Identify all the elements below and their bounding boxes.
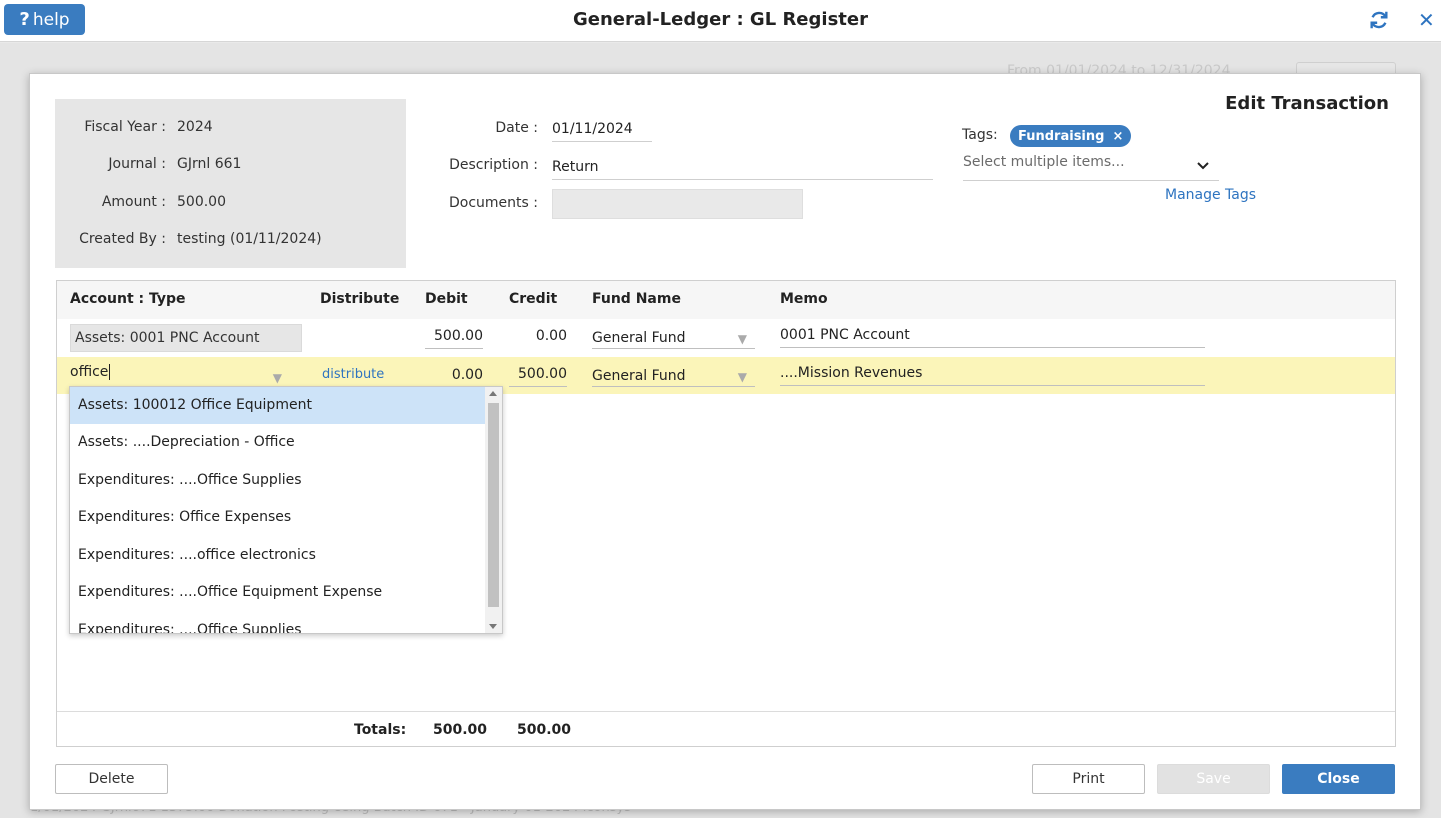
list-item[interactable]: Assets: ....Depreciation - Office [70, 424, 486, 461]
account-suggestions-list: Assets: 100012 Office Equipment Assets: … [69, 386, 503, 634]
print-button[interactable]: Print [1032, 764, 1145, 794]
total-debit: 500.00 [433, 722, 488, 738]
credit-cell[interactable]: 500.00 [509, 363, 567, 387]
fund-select[interactable]: General Fund ▼ [592, 363, 755, 387]
refresh-icon[interactable] [1368, 9, 1390, 31]
amount-value: 500.00 [177, 194, 226, 210]
list-scrollbar[interactable] [485, 387, 502, 633]
col-credit: Credit [509, 291, 558, 307]
transaction-info-panel: Fiscal Year : 2024 Journal : GJrnl 661 A… [55, 99, 406, 268]
account-input[interactable]: office ▼ [70, 364, 290, 388]
fund-value: General Fund [592, 368, 686, 384]
created-by-row: Created By : testing (01/11/2024) [55, 231, 406, 251]
amount-row: Amount : 500.00 [55, 194, 406, 214]
list-item[interactable]: Expenditures: Office Expenses [70, 499, 486, 536]
journal-row: Journal : GJrnl 661 [55, 156, 406, 176]
journal-label: Journal : [108, 156, 166, 172]
fund-value: General Fund [592, 330, 686, 346]
remove-tag-icon[interactable]: × [1112, 129, 1123, 144]
dropdown-arrow-icon[interactable]: ▼ [273, 371, 282, 385]
manage-tags-link[interactable]: Manage Tags [1165, 187, 1256, 203]
col-fund-name: Fund Name [592, 291, 681, 307]
totals-label: Totals: [354, 722, 407, 738]
tags-label: Tags: [962, 127, 998, 143]
app-title: General-Ledger : GL Register [573, 9, 868, 30]
created-by-label: Created By : [79, 231, 166, 247]
fiscal-year-label: Fiscal Year : [84, 119, 166, 135]
list-item[interactable]: Assets: 100012 Office Equipment [70, 387, 486, 424]
amount-label: Amount : [101, 194, 166, 210]
close-window-icon[interactable]: ✕ [1418, 10, 1438, 30]
list-item[interactable]: Expenditures: ....Office Supplies [70, 612, 486, 633]
col-memo: Memo [780, 291, 828, 307]
debit-cell[interactable]: 500.00 [425, 325, 483, 349]
tag-chip-label: Fundraising [1018, 128, 1105, 144]
documents-label: Documents : [449, 195, 538, 211]
text-cursor [109, 364, 111, 380]
table-row: Assets: 0001 PNC Account 500.00 0.00 Gen… [57, 319, 1395, 356]
distribute-link[interactable]: distribute [322, 367, 384, 382]
total-credit: 500.00 [517, 722, 572, 738]
account-input-value: office [70, 364, 109, 380]
scroll-up-icon[interactable] [489, 391, 497, 396]
debit-cell[interactable]: 0.00 [425, 367, 483, 383]
tags-placeholder: Select multiple items... [963, 154, 1125, 170]
modal-heading: Edit Transaction [1225, 93, 1389, 114]
top-bar: ? help General-Ledger : GL Register ✕ [0, 0, 1441, 42]
dropdown-arrow-icon: ▼ [737, 370, 747, 384]
save-button[interactable]: Save [1157, 764, 1270, 794]
memo-cell[interactable]: ....Mission Revenues [780, 362, 1205, 386]
scroll-thumb[interactable] [488, 403, 499, 607]
delete-button[interactable]: Delete [55, 764, 168, 794]
fiscal-year-row: Fiscal Year : 2024 [55, 119, 406, 139]
fiscal-year-value: 2024 [177, 119, 213, 135]
grid-header: Account : Type Distribute Debit Credit F… [57, 281, 1395, 319]
journal-value: GJrnl 661 [177, 156, 242, 172]
list-item[interactable]: Expenditures: ....Office Equipment Expen… [70, 574, 486, 611]
col-debit: Debit [425, 291, 468, 307]
account-cell: Assets: 0001 PNC Account [70, 324, 302, 352]
documents-field[interactable] [552, 189, 803, 219]
grid-totals: Totals: 500.00 500.00 [57, 711, 1395, 747]
memo-cell[interactable]: 0001 PNC Account [780, 324, 1205, 348]
date-input[interactable]: 01/11/2024 [552, 118, 652, 142]
chevron-down-icon [1197, 162, 1209, 170]
description-input[interactable]: Return [552, 156, 933, 180]
col-account: Account : Type [70, 291, 186, 307]
close-button[interactable]: Close [1282, 764, 1395, 794]
list-item[interactable]: Expenditures: ....office electronics [70, 537, 486, 574]
credit-cell[interactable]: 0.00 [509, 328, 567, 344]
fund-select[interactable]: General Fund ▼ [592, 325, 755, 349]
created-by-value: testing (01/11/2024) [177, 231, 322, 247]
col-distribute: Distribute [320, 291, 400, 307]
list-item[interactable]: Expenditures: ....Office Supplies [70, 462, 486, 499]
tag-chip-fundraising: Fundraising × [1010, 125, 1132, 147]
date-label: Date : [495, 120, 538, 136]
tags-select[interactable]: Select multiple items... [963, 154, 1219, 181]
description-label: Description : [449, 157, 538, 173]
scroll-down-icon[interactable] [489, 624, 497, 629]
dropdown-arrow-icon: ▼ [737, 332, 747, 346]
